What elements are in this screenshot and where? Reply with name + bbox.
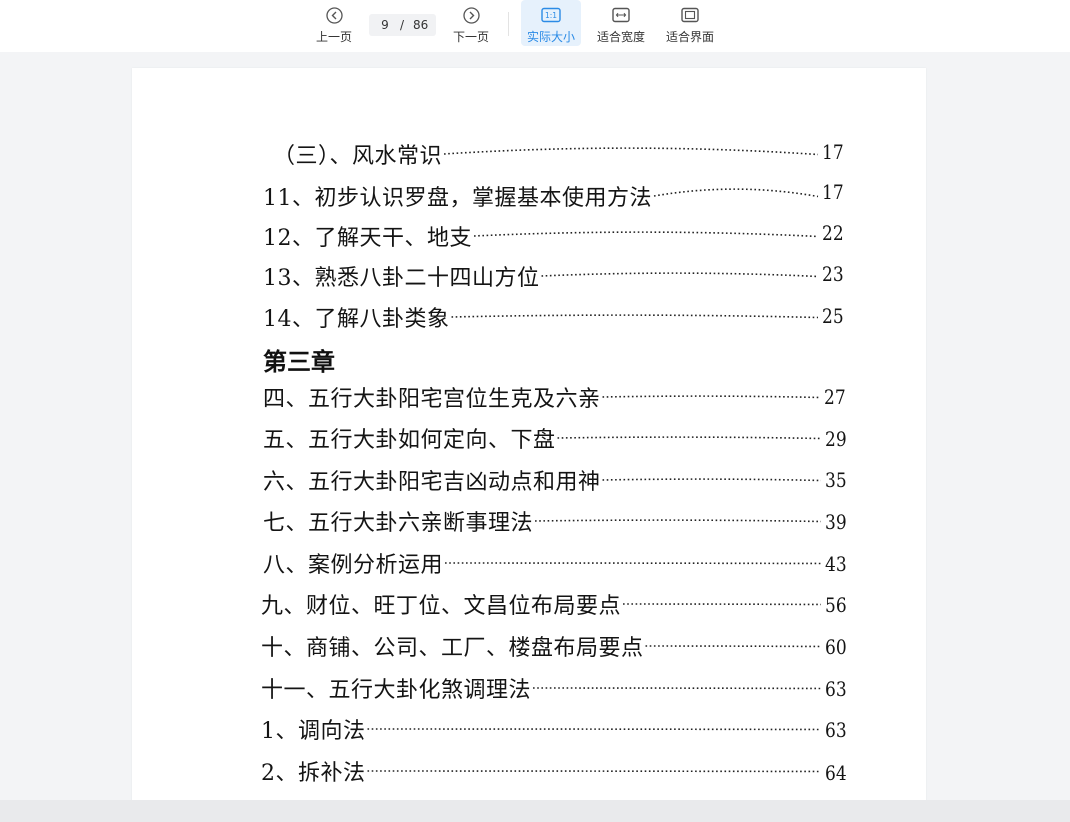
toc-entry-title: 七、五行大卦六亲断事理法 [263, 511, 534, 536]
fit-screen-icon [681, 6, 699, 24]
fit-width-icon [612, 6, 630, 24]
toc-entry-title: 12、了解天干、地支 [263, 226, 472, 251]
leader-dots-line [602, 478, 822, 482]
actual-size-label: 实际大小 [526, 30, 575, 44]
toc-entry-title: 1、调向法 [261, 719, 366, 744]
toc-entry-title: 13、熟悉八卦二十四山方位 [263, 266, 540, 291]
toc-entry-page-number: 17 [822, 140, 844, 164]
page-separator: / [400, 18, 405, 32]
toc-entry-title: 11、初步认识罗盘，掌握基本使用方法 [263, 186, 652, 211]
toc-entry-page-number: 25 [822, 304, 844, 328]
chapter-heading-text: 第三章 [263, 347, 335, 376]
leader-dots-line [443, 147, 819, 156]
fit-screen-button[interactable]: 适合界面 [661, 0, 719, 46]
toc-entry-title: 九、财位、旺丁位、文昌位布局要点 [261, 594, 622, 619]
page-indicator: / 86 [369, 14, 436, 36]
leader-dots-line [445, 562, 822, 565]
viewer-toolbar: 上一页 / 86 下一页 1:1 实际大小 适合宽度 适合界面 [0, 0, 1070, 52]
toc-entry-page-number: 63 [825, 677, 847, 701]
fit-screen-label: 适合界面 [665, 30, 714, 44]
chevron-right-circle-icon [462, 6, 480, 24]
leader-dots-line [533, 687, 822, 690]
next-page-label: 下一页 [452, 30, 489, 44]
leader-dots-line [367, 728, 822, 731]
leader-dots-line [557, 436, 822, 440]
toc-entry-page-number: 64 [825, 761, 847, 785]
leader-dots-line [602, 395, 821, 399]
toc-entry-page-number: 43 [825, 552, 847, 576]
toc-entry-title: 五、五行大卦如何定向、下盘 [263, 428, 556, 453]
toc-entry-title: 14、了解八卦类象 [263, 307, 450, 332]
prev-page-button[interactable]: 上一页 [308, 0, 360, 46]
toc-entry-page-number: 35 [825, 468, 847, 492]
toc-entry-page-number: 63 [825, 718, 847, 742]
toc-entry-page-number: 23 [822, 262, 844, 286]
leader-dots-line [645, 645, 822, 648]
toc-entry-page-number: 27 [824, 385, 846, 409]
fit-width-label: 适合宽度 [596, 30, 645, 44]
toc-entry-title: 十一、五行大卦化煞调理法 [261, 678, 532, 703]
chevron-left-circle-icon [325, 6, 343, 24]
toc-entry-page-number: 56 [825, 593, 847, 617]
toc-entry-page-number: 60 [825, 635, 847, 659]
fit-width-button[interactable]: 适合宽度 [592, 0, 650, 46]
leader-dots-line [535, 519, 822, 523]
leader-dots-line [541, 272, 819, 278]
document-page: （三）、风水常识 17 11、初步认识罗盘，掌握基本使用方法 17 12、了解天干、地支… [132, 68, 926, 808]
leader-dots-line [451, 314, 819, 319]
actual-size-button[interactable]: 1:1 实际大小 [521, 0, 581, 46]
toc-entry-title: 2、拆补法 [261, 761, 366, 786]
toc-entry-title: 十、商铺、公司、工厂、楼盘布局要点 [261, 636, 644, 661]
toc-entry-title: 八、案例分析运用 [263, 553, 444, 578]
toc-entry-page-number: 17 [822, 180, 844, 204]
toc-entry-title: 四、五行大卦阳宅宫位生克及六亲 [263, 387, 601, 412]
current-page-input[interactable] [377, 18, 393, 32]
toc-entry-page-number: 29 [825, 427, 847, 451]
prev-page-label: 上一页 [315, 30, 352, 44]
leader-dots-line [367, 770, 822, 773]
leader-dots-line [473, 231, 819, 238]
toc-entry-page-number: 39 [825, 510, 847, 534]
svg-text:1:1: 1:1 [545, 11, 557, 20]
toolbar-divider [508, 12, 509, 36]
total-pages: 86 [413, 18, 429, 32]
leader-dots-line [623, 603, 822, 606]
table-of-contents: （三）、风水常识 17 11、初步认识罗盘，掌握基本使用方法 17 12、了解天干、地支… [132, 68, 926, 808]
toc-entry-page-number: 22 [822, 221, 844, 245]
toc-entry-title: 六、五行大卦阳宅吉凶动点和用神 [263, 470, 601, 495]
toc-entry-title: （三）、风水常识 [273, 144, 443, 169]
leader-dots-line [653, 188, 819, 198]
actual-size-icon: 1:1 [541, 6, 561, 24]
next-page-button[interactable]: 下一页 [445, 0, 497, 46]
bottom-scroll-area[interactable] [0, 800, 1070, 822]
